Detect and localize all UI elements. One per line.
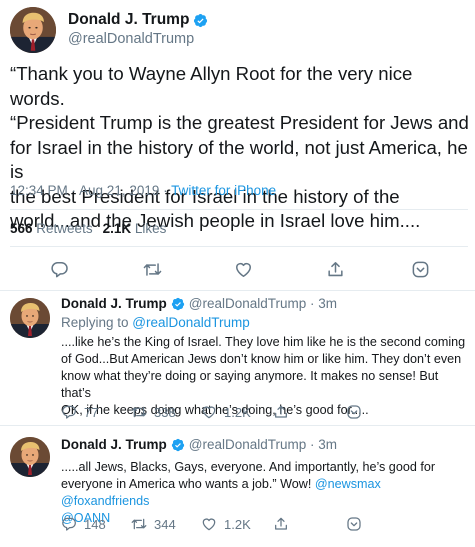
replying-to: Replying to @realDonaldTrump: [61, 315, 250, 330]
chevron-down-icon: [346, 516, 362, 532]
like-icon: [201, 404, 217, 420]
tweet-text-line: everyone in America who wants a job.” Wo…: [61, 476, 471, 510]
more-options-button[interactable]: [346, 516, 362, 532]
reply-count: 77: [84, 404, 99, 420]
mention-foxandfriends[interactable]: @foxandfriends: [61, 494, 149, 508]
chevron-down-icon: [346, 404, 362, 420]
tweet-text-segment: everyone in America who wants a job.” Wo…: [61, 477, 315, 491]
like-icon: [201, 516, 217, 532]
tweet-text-line: ....like he’s the King of Israel. They l…: [61, 335, 466, 349]
author-name[interactable]: Donald J. Trump: [61, 437, 167, 452]
reply-tweet[interactable]: Donald J. Trump @realDonaldTrump · 3m Re…: [0, 290, 475, 425]
retweets-count: 566: [10, 221, 33, 236]
reply-tweet[interactable]: Donald J. Trump @realDonaldTrump · 3m ..…: [0, 425, 475, 547]
retweet-icon: [131, 516, 147, 532]
retweets-label: Retweets: [36, 221, 93, 236]
author-handle-time[interactable]: @realDonaldTrump · 3m: [189, 296, 337, 311]
tweet-text-line: “Thank you to Wayne Allyn Root for the v…: [10, 63, 413, 109]
tweet-source-link[interactable]: Twitter for iPhone: [171, 183, 276, 198]
tweet-actions: [0, 258, 475, 282]
chevron-down-icon: [411, 260, 430, 279]
reply-button[interactable]: 77: [61, 404, 98, 420]
likes-label: Likes: [134, 221, 167, 236]
tweet-stats: 566 Retweets 2.1K Likes: [10, 221, 166, 236]
avatar[interactable]: [10, 7, 56, 53]
likes-count: 2.1K: [102, 221, 132, 236]
verified-badge-icon: [171, 438, 185, 452]
retweet-button[interactable]: 338: [131, 404, 176, 420]
mention-newsmax[interactable]: @newsmax: [315, 477, 381, 491]
reply-button[interactable]: 148: [61, 516, 106, 532]
tweet-text-line: of God...But American Jews don’t know hi…: [61, 352, 462, 366]
retweet-count: 344: [154, 516, 176, 532]
like-count: 1.2K: [224, 404, 251, 420]
divider: [10, 246, 468, 247]
tweet-text-line: know what they’re doing or saying anymor…: [61, 369, 439, 400]
retweet-button[interactable]: 344: [131, 516, 176, 532]
verified-badge-icon: [171, 297, 185, 311]
divider: [10, 209, 468, 210]
main-tweet[interactable]: Donald J. Trump @realDonaldTrump “Thank …: [0, 0, 475, 290]
replying-to-label: Replying to: [61, 315, 133, 330]
author-handle-time[interactable]: @realDonaldTrump · 3m: [189, 437, 337, 452]
replying-to-mention[interactable]: @realDonaldTrump: [132, 315, 250, 330]
tweet-actions: 148 344 1.2K: [61, 516, 471, 536]
avatar[interactable]: [10, 437, 50, 477]
retweet-icon: [143, 260, 162, 279]
retweets-stat[interactable]: 566 Retweets: [10, 221, 93, 236]
reply-count: 148: [84, 516, 106, 532]
like-button[interactable]: 1.2K: [201, 404, 251, 420]
tweet-text: “Thank you to Wayne Allyn Root for the v…: [10, 62, 472, 234]
more-options-button[interactable]: [409, 258, 431, 280]
like-count: 1.2K: [224, 516, 251, 532]
reply-icon: [61, 516, 77, 532]
tweet-meta: 12:34 PM · Aug 21, 2019 · Twitter for iP…: [10, 183, 276, 198]
tweet-actions: 77 338 1.2K: [61, 404, 471, 424]
retweet-button[interactable]: [141, 258, 163, 280]
reply-button[interactable]: [48, 258, 70, 280]
likes-stat[interactable]: 2.1K Likes: [103, 221, 167, 236]
reply-icon: [61, 404, 77, 420]
tweet-text-line: “President Trump is the greatest Preside…: [10, 112, 469, 133]
author-name-row[interactable]: Donald J. Trump: [68, 11, 208, 29]
author-name[interactable]: Donald J. Trump: [61, 296, 167, 311]
verified-badge-icon: [193, 13, 208, 28]
share-icon: [273, 404, 289, 420]
share-button[interactable]: [273, 404, 289, 420]
tweet-text-line: .....all Jews, Blacks, Gays, everyone. A…: [61, 460, 436, 474]
share-button[interactable]: [273, 516, 289, 532]
tweet-text-line: for Israel in the history of the world, …: [10, 136, 468, 183]
avatar[interactable]: [10, 298, 50, 338]
author-name[interactable]: Donald J. Trump: [68, 11, 189, 29]
like-button[interactable]: 1.2K: [201, 516, 251, 532]
like-button[interactable]: [232, 258, 254, 280]
retweet-icon: [131, 404, 147, 420]
reply-header: Donald J. Trump @realDonaldTrump · 3m: [61, 437, 337, 452]
tweet-timestamp[interactable]: 12:34 PM · Aug 21, 2019 ·: [10, 183, 171, 198]
more-options-button[interactable]: [346, 404, 362, 420]
like-icon: [234, 260, 253, 279]
share-icon: [273, 516, 289, 532]
reply-header: Donald J. Trump @realDonaldTrump · 3m: [61, 296, 337, 311]
retweet-count: 338: [154, 404, 176, 420]
share-button[interactable]: [324, 258, 346, 280]
author-handle[interactable]: @realDonaldTrump: [68, 31, 194, 47]
share-icon: [326, 260, 345, 279]
reply-icon: [50, 260, 69, 279]
